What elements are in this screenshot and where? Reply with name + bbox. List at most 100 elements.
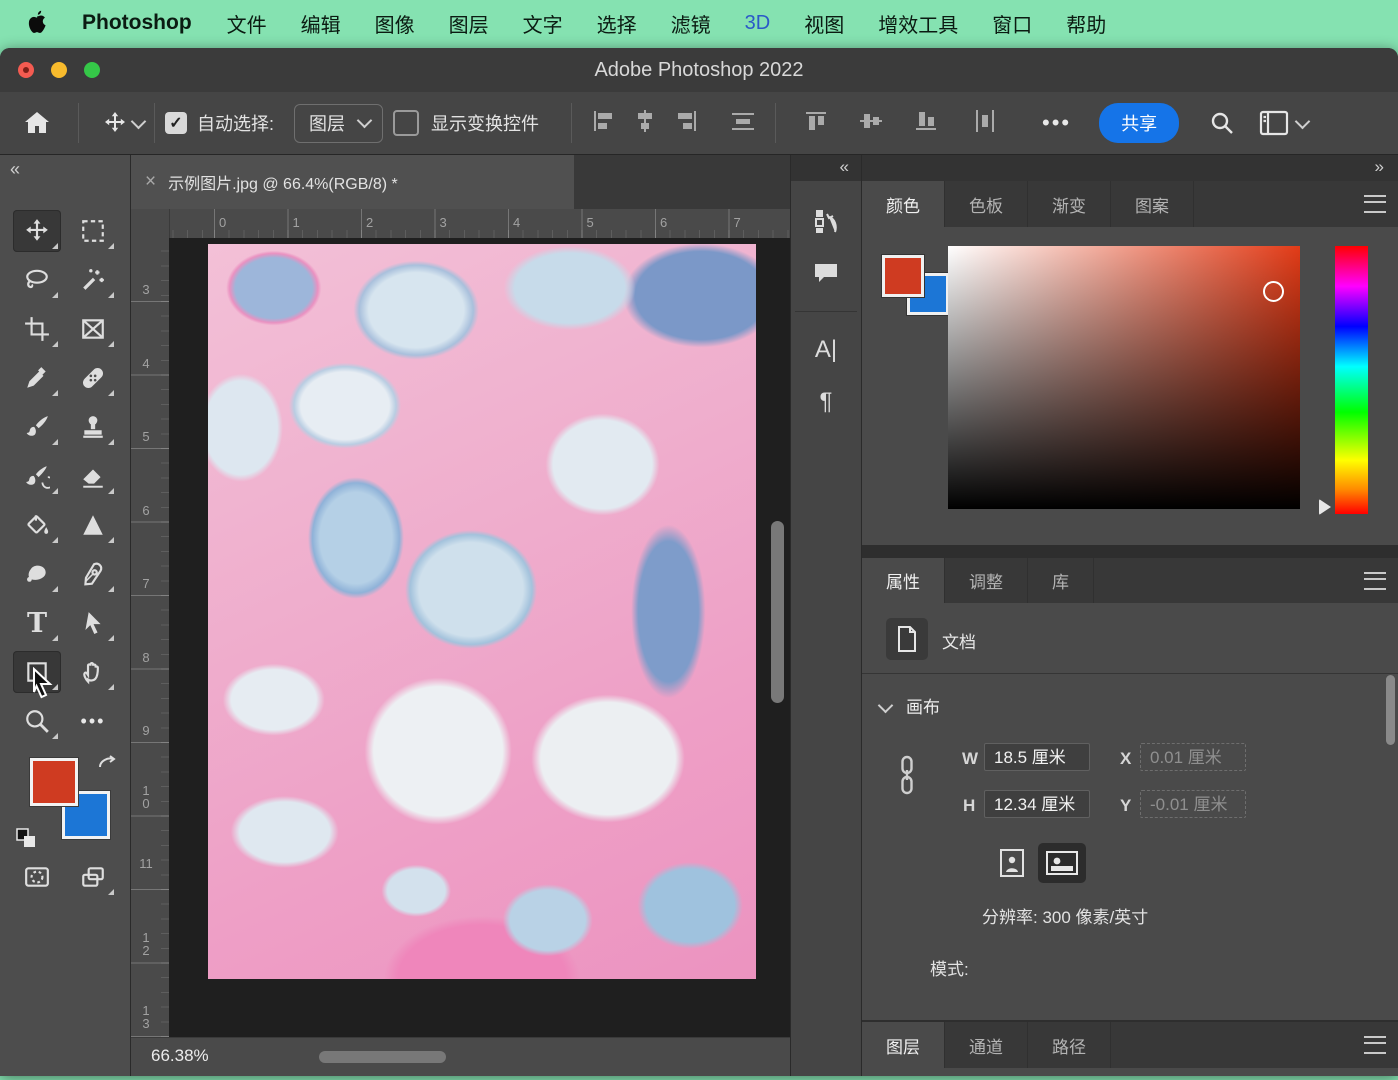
menu-type[interactable]: 文字 xyxy=(506,9,580,38)
align-left-edges-icon[interactable] xyxy=(591,109,615,138)
vertical-scrollbar[interactable] xyxy=(771,521,784,703)
horizontal-scrollbar[interactable] xyxy=(319,1051,446,1063)
link-dimensions-icon[interactable] xyxy=(898,753,916,802)
menu-plugins[interactable]: 增效工具 xyxy=(861,9,975,38)
align-vertical-centers-icon[interactable] xyxy=(859,109,883,138)
tab-gradients[interactable]: 渐变 xyxy=(1028,181,1111,227)
menu-help[interactable]: 帮助 xyxy=(1049,9,1123,38)
menu-view[interactable]: 视图 xyxy=(787,9,861,38)
tab-color[interactable]: 颜色 xyxy=(862,181,945,227)
expand-panels-icon[interactable]: » xyxy=(1375,157,1384,176)
ruler-origin-corner[interactable] xyxy=(131,209,170,239)
hue-slider[interactable] xyxy=(1335,246,1368,514)
tab-layers[interactable]: 图层 xyxy=(862,1022,945,1068)
foreground-color-swatch[interactable] xyxy=(30,758,78,806)
tab-paths[interactable]: 路径 xyxy=(1028,1022,1111,1068)
workspace-switcher-icon[interactable] xyxy=(1259,110,1289,136)
menubar-app-name[interactable]: Photoshop xyxy=(82,11,192,35)
tab-patterns[interactable]: 图案 xyxy=(1111,181,1194,227)
comments-panel-icon[interactable] xyxy=(791,247,861,299)
menu-image[interactable]: 图像 xyxy=(358,9,432,38)
align-horizontal-centers-icon[interactable] xyxy=(633,109,657,138)
lasso-tool[interactable] xyxy=(13,259,61,301)
show-transform-checkbox[interactable] xyxy=(393,110,419,136)
default-colors-icon[interactable] xyxy=(16,828,36,853)
menu-layer[interactable]: 图层 xyxy=(432,9,506,38)
menu-filter[interactable]: 滤镜 xyxy=(654,9,728,38)
canvas-section-label[interactable]: 画布 xyxy=(906,693,940,718)
align-right-edges-icon[interactable] xyxy=(675,109,699,138)
portrait-orientation-button[interactable] xyxy=(992,843,1032,883)
search-icon[interactable] xyxy=(1209,110,1235,136)
crop-tool[interactable] xyxy=(13,308,61,350)
magic-wand-tool[interactable] xyxy=(69,259,117,301)
distribute-vertical-centers-icon[interactable] xyxy=(730,109,756,138)
menu-window[interactable]: 窗口 xyxy=(975,9,1049,38)
distribute-horizontal-centers-icon[interactable] xyxy=(973,109,997,138)
frame-tool[interactable] xyxy=(69,308,117,350)
zoom-tool[interactable] xyxy=(13,700,61,742)
edit-toolbar-icon[interactable]: ••• xyxy=(69,700,117,742)
vertical-ruler[interactable]: 345678910111213 xyxy=(131,238,170,1038)
canvas-image[interactable] xyxy=(208,244,756,979)
horizontal-ruler[interactable]: 01234567 xyxy=(131,209,790,239)
tab-adjustments[interactable]: 调整 xyxy=(945,558,1028,603)
move-tool-preset-icon[interactable] xyxy=(103,111,127,135)
panel-menu-icon[interactable] xyxy=(1364,1036,1386,1054)
panel-scrollbar[interactable] xyxy=(1386,675,1395,745)
history-brush-tool[interactable] xyxy=(13,455,61,497)
brush-tool[interactable] xyxy=(13,406,61,448)
hue-slider-handle[interactable] xyxy=(1319,499,1331,515)
path-selection-tool[interactable] xyxy=(69,602,117,644)
landscape-orientation-button[interactable] xyxy=(1038,843,1086,883)
swap-colors-icon[interactable] xyxy=(96,753,118,778)
y-field[interactable]: -0.01 厘米 xyxy=(1140,790,1246,818)
menu-select[interactable]: 选择 xyxy=(580,9,654,38)
more-options-icon[interactable]: ••• xyxy=(1042,110,1071,136)
menu-3d[interactable]: 3D xyxy=(728,12,788,35)
collapse-panels-icon[interactable]: « xyxy=(840,157,849,176)
x-field[interactable]: 0.01 厘米 xyxy=(1140,743,1246,771)
align-bottom-edges-icon[interactable] xyxy=(914,109,938,138)
pen-tool[interactable] xyxy=(69,553,117,595)
canvas-viewport[interactable] xyxy=(169,238,790,1038)
chevron-down-icon[interactable] xyxy=(1295,113,1311,129)
saturation-brightness-field[interactable] xyxy=(948,246,1300,509)
align-top-edges-icon[interactable] xyxy=(804,109,828,138)
close-document-icon[interactable]: × xyxy=(145,171,156,193)
dodge-tool[interactable] xyxy=(13,553,61,595)
clone-stamp-tool[interactable] xyxy=(69,406,117,448)
tab-properties[interactable]: 属性 xyxy=(862,558,945,603)
eraser-tool[interactable] xyxy=(69,455,117,497)
paint-bucket-tool[interactable] xyxy=(13,504,61,546)
character-panel-icon[interactable]: A| xyxy=(791,324,861,376)
share-button[interactable]: 共享 xyxy=(1099,103,1179,143)
auto-select-checkbox[interactable]: ✓ xyxy=(165,112,187,134)
rectangular-marquee-tool[interactable] xyxy=(69,210,117,252)
tab-swatches[interactable]: 色板 xyxy=(945,181,1028,227)
panel-menu-icon[interactable] xyxy=(1364,195,1386,213)
collapse-tools-icon[interactable]: « xyxy=(10,159,20,180)
tab-channels[interactable]: 通道 xyxy=(945,1022,1028,1068)
move-tool[interactable] xyxy=(13,210,61,252)
tab-libraries[interactable]: 库 xyxy=(1028,558,1094,603)
paragraph-panel-icon[interactable]: ¶ xyxy=(791,376,861,428)
shape-tool[interactable] xyxy=(69,504,117,546)
height-field[interactable]: 12.34 厘米 xyxy=(984,790,1090,818)
zoom-level-value[interactable]: 66.38% xyxy=(151,1046,209,1066)
chevron-down-icon[interactable] xyxy=(131,113,147,129)
hand-tool[interactable] xyxy=(69,651,117,693)
quick-mask-icon[interactable] xyxy=(13,856,61,898)
eyedropper-tool[interactable] xyxy=(13,357,61,399)
auto-select-dropdown[interactable]: 图层 xyxy=(294,104,383,143)
apple-menu-icon[interactable] xyxy=(26,10,48,36)
home-icon[interactable] xyxy=(24,111,50,135)
panel-menu-icon[interactable] xyxy=(1364,572,1386,590)
history-panel-icon[interactable] xyxy=(791,195,861,247)
width-field[interactable]: 18.5 厘米 xyxy=(984,743,1090,771)
foreground-color-swatch[interactable] xyxy=(882,255,924,297)
color-selector-circle[interactable] xyxy=(1263,281,1284,302)
menu-edit[interactable]: 编辑 xyxy=(284,9,358,38)
document-tab[interactable]: × 示例图片.jpg @ 66.4%(RGB/8) * xyxy=(131,155,574,209)
menu-file[interactable]: 文件 xyxy=(210,9,284,38)
